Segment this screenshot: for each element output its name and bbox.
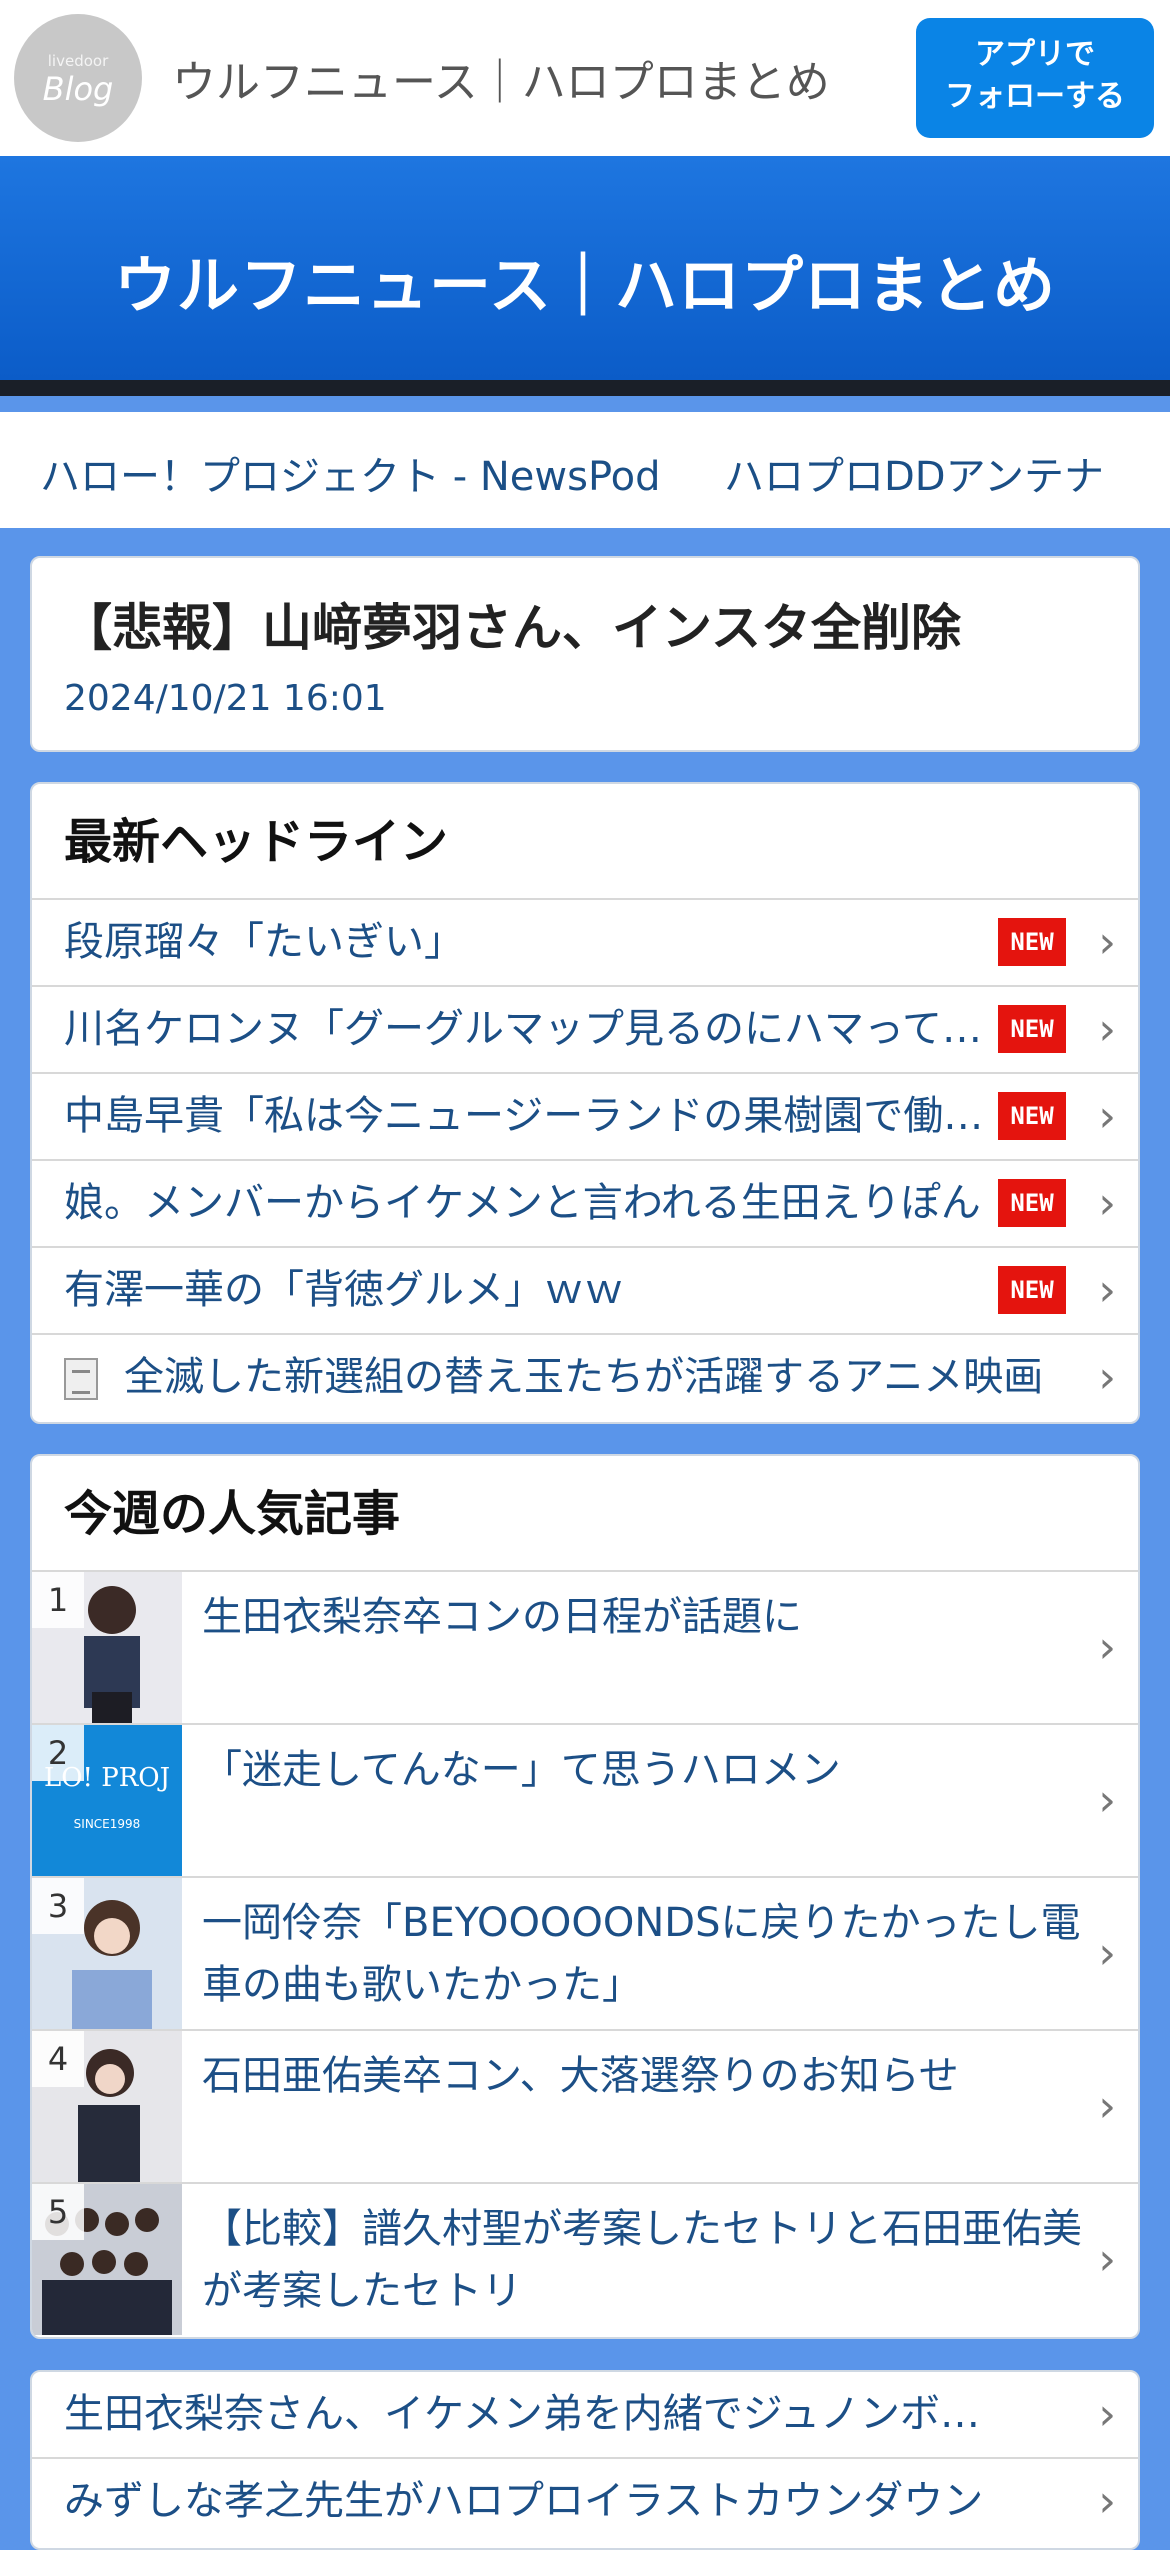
- link-bar: ハロー！プロジェクト - NewsPod ハロプロDDアンテナ: [0, 412, 1170, 528]
- headline-item[interactable]: 川名ケロンヌ「グーグルマップ見るのにハマってる」 NEW ›: [32, 987, 1138, 1074]
- more-article-item[interactable]: みずしな孝之先生がハロプロイラストカウンダウン ›: [32, 2459, 1138, 2546]
- chevron-right-icon: ›: [1098, 1091, 1116, 1142]
- new-badge: NEW: [998, 1266, 1066, 1314]
- chevron-right-icon: ›: [1098, 917, 1116, 968]
- article-date: 2024/10/21 16:01: [64, 678, 387, 719]
- top-bar: livedoor Blog ウルフニュース｜ハロプロまとめ アプリで フォローす…: [0, 0, 1170, 156]
- link-dd-antenna[interactable]: ハロプロDDアンテナ: [724, 444, 1104, 502]
- headline-text: 娘。メンバーからイケメンと言われる生田えりぽん: [64, 1180, 981, 1226]
- rank-number: 4: [32, 2031, 84, 2087]
- popular-item[interactable]: 4 石田亜佑美卒コン、大落選祭りのお知らせ ›: [32, 2031, 1138, 2184]
- article-title: 【悲報】山﨑夢羽さん、インスタ全削除: [62, 599, 961, 657]
- popular-item[interactable]: 1 生田衣梨奈卒コンの日程が話題に ›: [32, 1572, 1138, 1725]
- headline-item[interactable]: 娘。メンバーからイケメンと言われる生田えりぽん NEW ›: [32, 1161, 1138, 1248]
- headline-item[interactable]: 全滅した新選組の替え玉たちが活躍するアニメ映画 ›: [32, 1335, 1138, 1422]
- rank-number: 2: [32, 1725, 84, 1781]
- chevron-right-icon: ›: [1098, 2476, 1116, 2527]
- popular-item-title: 生田衣梨奈卒コンの日程が話題に: [202, 1594, 802, 1640]
- chevron-right-icon: ›: [1098, 1775, 1116, 1826]
- popular-item-title: 【比較】譜久村聖が考案したセトリと石田亜佑美が考案したセトリ: [202, 2206, 1082, 2314]
- chevron-right-icon: ›: [1098, 1352, 1116, 1403]
- more-article-text: 生田衣梨奈さん、イケメン弟を内緒でジュノンボーイに応募: [64, 2391, 1004, 2437]
- popular-heading: 今週の人気記事: [32, 1456, 1138, 1572]
- chevron-right-icon: ›: [1098, 2389, 1116, 2440]
- logo-small-text: livedoor: [47, 52, 109, 70]
- headline-text: 全滅した新選組の替え玉たちが活躍するアニメ映画: [124, 1354, 1044, 1400]
- popular-articles-card: 今週の人気記事 1 生田衣梨奈卒コンの日程が話題に › LO! PROJ SIN…: [30, 1454, 1140, 2339]
- headlines-heading: 最新ヘッドライン: [32, 784, 1138, 900]
- more-articles-card: 生田衣梨奈さん、イケメン弟を内緒でジュノンボーイに応募 › みずしな孝之先生がハ…: [30, 2370, 1140, 2550]
- chevron-right-icon: ›: [1098, 1265, 1116, 1316]
- popular-item-title: 「迷走してんなー」て思うハロメン: [202, 1747, 841, 1793]
- popular-item[interactable]: 3 一岡伶奈「BEYOOOOONDSに戻りたかったし電車の曲も歌いたかった」 ›: [32, 1878, 1138, 2031]
- follow-button-line1: アプリで: [975, 37, 1095, 72]
- headline-text: 中島早貴「私は今ニュージーランドの果樹園で働いてます」: [64, 1093, 984, 1139]
- headline-text: 川名ケロンヌ「グーグルマップ見るのにハマってる」: [64, 1006, 984, 1052]
- chevron-right-icon: ›: [1098, 1004, 1116, 1055]
- more-article-item[interactable]: 生田衣梨奈さん、イケメン弟を内緒でジュノンボーイに応募 ›: [32, 2372, 1138, 2459]
- rank-number: 5: [32, 2184, 84, 2240]
- follow-in-app-button[interactable]: アプリで フォローする: [916, 18, 1154, 138]
- chevron-right-icon: ›: [1098, 2081, 1116, 2132]
- new-badge: NEW: [998, 1179, 1066, 1227]
- latest-headlines-card: 最新ヘッドライン 段原瑠々「たいぎい」 NEW › 川名ケロンヌ「グーグルマップ…: [30, 782, 1140, 1424]
- chevron-right-icon: ›: [1098, 2234, 1116, 2285]
- rank-number: 1: [32, 1572, 84, 1628]
- popular-item[interactable]: 5 【比較】譜久村聖が考案したセトリと石田亜佑美が考案したセトリ ›: [32, 2184, 1138, 2337]
- rank-number: 3: [32, 1878, 84, 1934]
- thumbnail-logo-subtext: SINCE1998: [73, 1817, 141, 1831]
- chevron-right-icon: ›: [1098, 1622, 1116, 1673]
- headline-item[interactable]: 段原瑠々「たいぎい」 NEW ›: [32, 900, 1138, 987]
- chevron-right-icon: ›: [1098, 1928, 1116, 1979]
- headline-item[interactable]: 有澤一華の「背徳グルメ」ｗｗ NEW ›: [32, 1248, 1138, 1335]
- more-article-text: みずしな孝之先生がハロプロイラストカウンダウン: [64, 2478, 984, 2524]
- new-badge: NEW: [998, 1005, 1066, 1053]
- header-banner[interactable]: ウルフニュース｜ハロプロまとめ: [0, 156, 1170, 396]
- headline-item[interactable]: 中島早貴「私は今ニュージーランドの果樹園で働いてます」 NEW ›: [32, 1074, 1138, 1161]
- chevron-right-icon: ›: [1098, 1178, 1116, 1229]
- banner-title: ウルフニュース｜ハロプロまとめ: [114, 249, 1056, 322]
- popular-item[interactable]: LO! PROJ SINCE1998 2 「迷走してんなー」て思うハロメン ›: [32, 1725, 1138, 1878]
- new-badge: NEW: [998, 918, 1066, 966]
- article-header-card: 【悲報】山﨑夢羽さん、インスタ全削除 2024/10/21 16:01: [30, 556, 1140, 752]
- new-badge: NEW: [998, 1092, 1066, 1140]
- site-name[interactable]: ウルフニュース｜ハロプロまとめ: [172, 46, 830, 110]
- popular-item-title: 石田亜佑美卒コン、大落選祭りのお知らせ: [202, 2053, 959, 2099]
- headline-text: 有澤一華の「背徳グルメ」ｗｗ: [64, 1267, 624, 1313]
- link-newspod[interactable]: ハロー！プロジェクト - NewsPod: [40, 444, 661, 502]
- headline-text: 段原瑠々「たいぎい」: [64, 919, 464, 965]
- popular-item-title: 一岡伶奈「BEYOOOOONDSに戻りたかったし電車の曲も歌いたかった」: [202, 1900, 1081, 2008]
- logo-big-text: Blog: [42, 70, 114, 108]
- blog-logo[interactable]: livedoor Blog: [14, 14, 142, 142]
- document-icon: [64, 1358, 98, 1400]
- follow-button-line2: フォローする: [945, 79, 1125, 114]
